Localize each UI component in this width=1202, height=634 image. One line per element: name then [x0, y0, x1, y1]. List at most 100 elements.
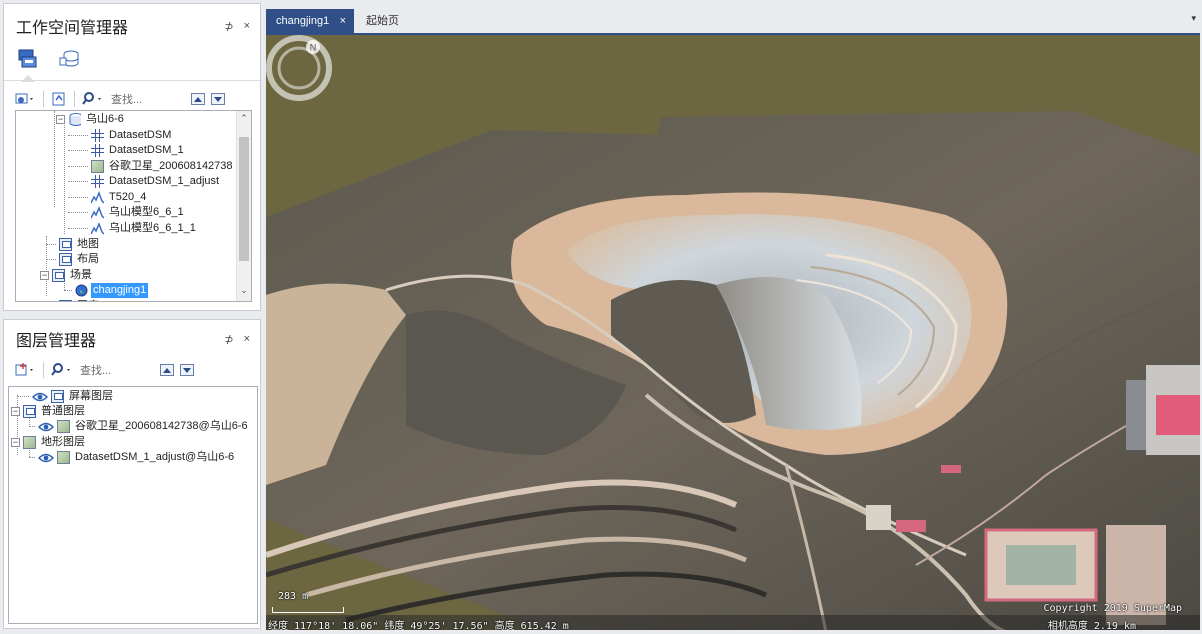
search-down-button[interactable] [211, 93, 225, 105]
search-icon [82, 92, 101, 105]
search-icon [51, 363, 70, 376]
coordinate-readout: 经度 117°18' 18.06" 纬度 49°25' 17.56" 高度 61… [268, 621, 569, 630]
workspace-panel-header: 工作空间管理器 ⊅ × [4, 4, 260, 48]
image-icon [57, 420, 70, 433]
layer-group-terrain[interactable]: − 地形图层 [11, 435, 87, 450]
scrollbar-thumb[interactable] [239, 137, 249, 261]
globe-icon [75, 284, 88, 297]
toolbar-separator [74, 91, 75, 107]
3d-scene-view[interactable]: N 283 m Copyright 2019 SuperMap 经度 117°1… [266, 33, 1200, 630]
tin-icon [91, 206, 104, 219]
grid-icon [91, 129, 104, 142]
layer-tree: 屏幕图层 − 普通图层 谷歌卫星_200608142738@乌山6-6 − 地形… [8, 386, 258, 624]
grid-icon [91, 175, 104, 188]
collapse-icon[interactable]: − [40, 271, 49, 280]
toolbar-separator [43, 362, 44, 378]
terrain-render [266, 111, 1200, 630]
new-file-icon [52, 92, 65, 106]
add-layer-button[interactable] [14, 361, 36, 379]
close-icon[interactable]: × [244, 333, 250, 346]
close-tab-icon[interactable]: × [340, 9, 346, 33]
chart-icon [59, 300, 72, 301]
screen-layer-icon [51, 390, 64, 403]
layer-toolbar: 查找... [4, 358, 260, 382]
search-up-button[interactable] [160, 364, 174, 376]
search-input[interactable]: 查找... [80, 362, 154, 378]
layer-item-imagery[interactable]: 谷歌卫星_200608142738@乌山6-6 [29, 419, 250, 434]
tree-item-dataset[interactable]: DatasetDSM [68, 128, 173, 143]
tree-item-scene-changjing1[interactable]: changjing1 [64, 283, 149, 298]
tree-item-maps[interactable]: 地图 [46, 237, 101, 252]
layer-group-normal[interactable]: − 普通图层 [11, 404, 87, 419]
pin-icon[interactable]: ⊅ [224, 333, 233, 346]
layer-item-terrain[interactable]: DatasetDSM_1_adjust@乌山6-6 [29, 450, 236, 465]
layer-item-screen[interactable]: 屏幕图层 [17, 389, 115, 404]
collapse-icon[interactable]: − [11, 438, 20, 447]
tree-item-datasource[interactable]: − 乌山6-6 [56, 112, 126, 127]
datasource-tab[interactable] [58, 48, 82, 72]
search-input[interactable]: 查找... [111, 91, 185, 107]
search-up-button[interactable] [191, 93, 205, 105]
tree-item-scenes[interactable]: − 场景 [40, 268, 94, 283]
tree-item-dataset[interactable]: 谷歌卫星_200608142738 [68, 159, 235, 174]
scroll-up-icon[interactable]: ⌃ [237, 113, 251, 127]
collapse-icon[interactable]: − [56, 115, 65, 124]
normal-layers-icon [23, 405, 36, 418]
compass-icon[interactable]: N [266, 35, 332, 101]
workspace-panel-title: 工作空间管理器 [16, 20, 129, 37]
arrow-up-icon [194, 96, 202, 102]
workspace-tree: − 乌山6-6 DatasetDSM DatasetDSM_1 谷歌卫星_200… [15, 110, 252, 302]
map-icon [59, 238, 72, 251]
arrow-up-icon [163, 367, 171, 373]
tree-item-dataset[interactable]: 乌山模型6_6_1 [68, 205, 186, 220]
tree-item-dataset[interactable]: 乌山模型6_6_1_1 [68, 221, 198, 236]
scale-bar [272, 607, 344, 613]
layer-panel-header: 图层管理器 ⊅ × [4, 320, 260, 358]
workspace-tree-tab[interactable] [16, 48, 40, 82]
tin-icon [91, 191, 104, 204]
tree-item-dataset[interactable]: DatasetDSM_1 [68, 143, 186, 158]
image-icon [91, 160, 104, 173]
workspace-open-icon [15, 93, 33, 104]
layout-icon [59, 253, 72, 266]
scroll-down-icon[interactable]: ⌄ [237, 285, 251, 299]
datasource-icon [69, 113, 81, 126]
scale-label: 283 m [278, 591, 309, 602]
copyright-text: Copyright 2019 SuperMap [1043, 603, 1182, 614]
close-icon[interactable]: × [244, 20, 250, 33]
layer-manager-panel: 图层管理器 ⊅ × 查找... 屏幕图层 − 普通图层 谷歌卫星_2006081… [3, 319, 261, 629]
pin-icon[interactable]: ⊅ [224, 20, 233, 33]
tree-item-charts[interactable]: 图表 [46, 299, 101, 301]
tree-item-dataset[interactable]: T520_4 [68, 190, 148, 205]
new-item-button[interactable] [51, 90, 67, 108]
search-button[interactable] [82, 90, 104, 108]
layer-panel-title: 图层管理器 [16, 333, 97, 350]
compass-north-label: N [310, 43, 317, 53]
collapse-icon[interactable]: − [11, 407, 20, 416]
visibility-eye-icon[interactable] [32, 391, 48, 403]
tab-start-page[interactable]: 起始页 [356, 9, 409, 33]
search-down-button[interactable] [180, 364, 194, 376]
tree-item-layouts[interactable]: 布局 [46, 252, 101, 267]
visibility-eye-icon[interactable] [38, 421, 54, 433]
terrain-icon [57, 451, 70, 464]
workspace-tree-icon [18, 49, 37, 68]
database-icon [59, 50, 79, 67]
add-layer-icon [15, 363, 33, 376]
open-workspace-button[interactable] [14, 90, 36, 108]
grid-icon [91, 144, 104, 157]
terrain-layers-icon [23, 436, 36, 449]
workspace-view-tabs [4, 48, 260, 82]
scene-icon [52, 269, 65, 282]
tin-icon [91, 222, 104, 235]
tab-list-dropdown-icon[interactable]: ▾ [1191, 13, 1196, 24]
arrow-down-icon [183, 367, 191, 373]
workspace-tree-scrollbar[interactable]: ⌃ ⌄ [236, 111, 251, 301]
tab-changjing1[interactable]: changjing1 × [266, 9, 354, 33]
camera-height-readout: 相机高度 2.19 km [1047, 621, 1136, 630]
workspace-manager-panel: 工作空间管理器 ⊅ × 查找... − 乌山6-6 DatasetDSM Dat… [3, 3, 261, 311]
tree-item-dataset[interactable]: DatasetDSM_1_adjust [68, 174, 221, 189]
visibility-eye-icon[interactable] [38, 452, 54, 464]
search-button[interactable] [51, 361, 73, 379]
workspace-toolbar: 查找... [4, 87, 260, 111]
